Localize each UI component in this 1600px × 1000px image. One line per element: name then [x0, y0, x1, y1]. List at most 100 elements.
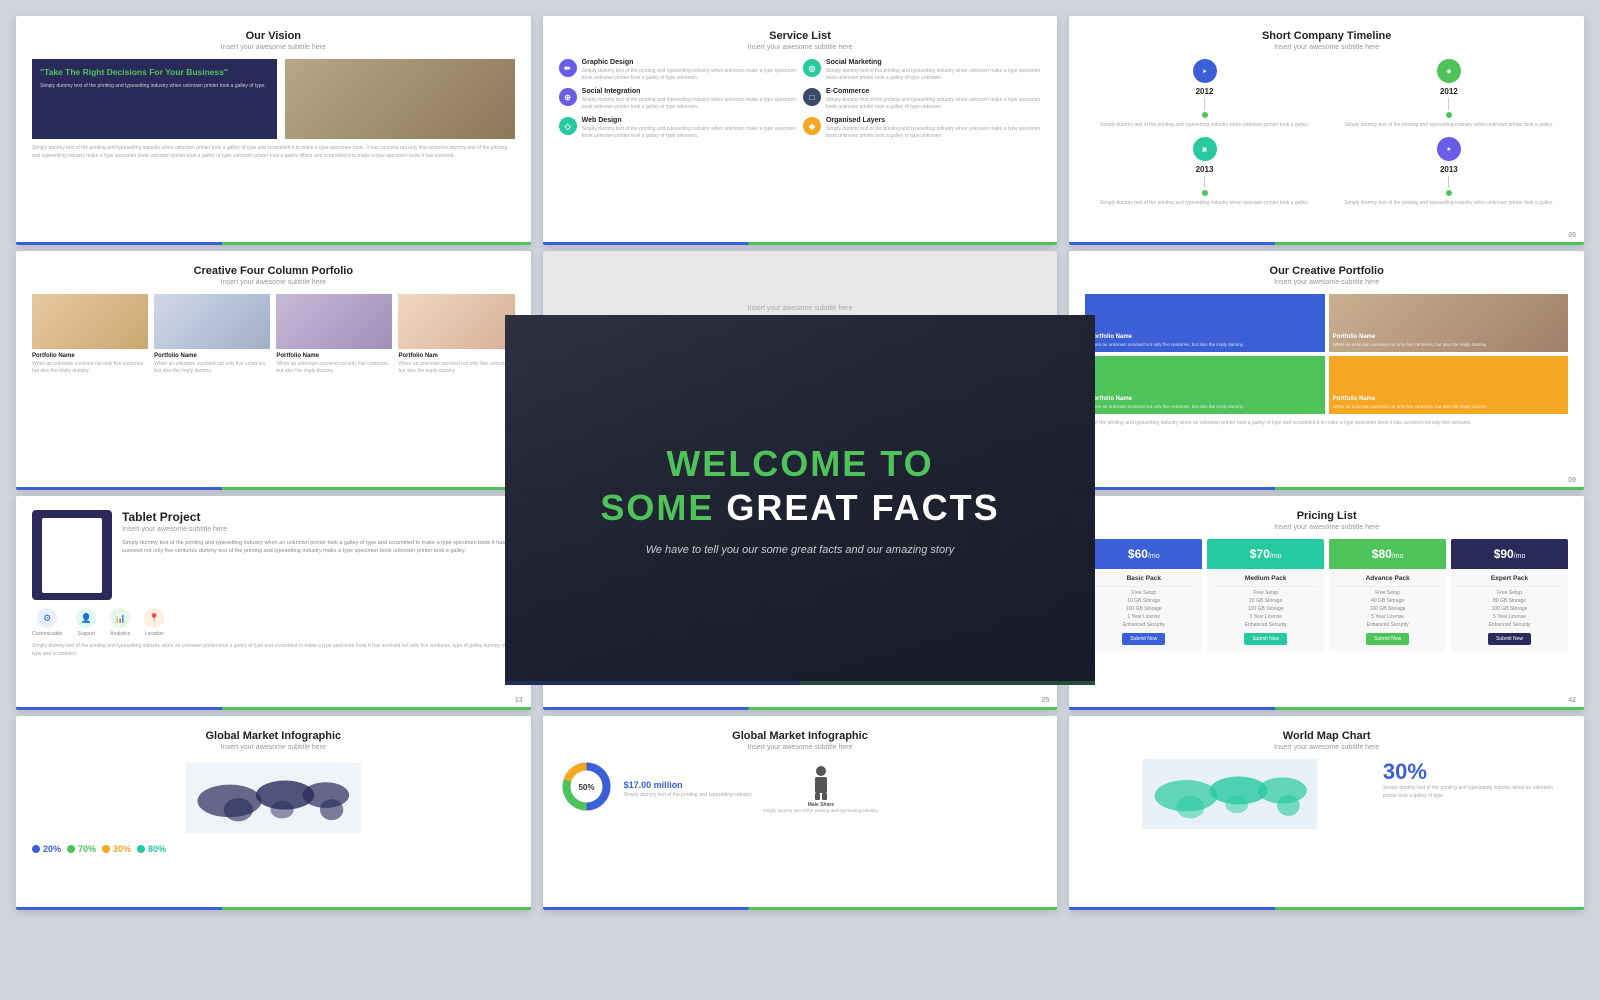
pricing-price-advance: $80/mo	[1334, 547, 1441, 561]
portfolio-name-2: Portfolio Name	[154, 353, 270, 359]
dot-30	[102, 845, 110, 853]
list-item: Portfolio Nam When an unknown survived n…	[398, 294, 514, 375]
val-70: 70%	[78, 844, 96, 854]
portfolio-name-1: Portfolio Name	[32, 353, 148, 359]
service-name: Graphic Design	[582, 59, 797, 66]
dot-70	[67, 845, 75, 853]
submit-expert-button[interactable]: Submit Now	[1488, 633, 1531, 645]
pct-80: 80%	[137, 844, 166, 854]
social-marketing-icon: ◎	[803, 59, 821, 77]
submit-medium-button[interactable]: Submit Now	[1244, 633, 1287, 645]
feature-basic-1: Free Setup	[1090, 590, 1197, 596]
pct-20: 20%	[32, 844, 61, 854]
service-desc: Simply dummy text of the printing and ty…	[826, 97, 1041, 111]
slide-timeline: Short Company Timeline Insert your aweso…	[1069, 16, 1584, 245]
percentages-row: 20% 70% 30% 80%	[32, 844, 515, 854]
slide-11-subtitle: Insert your awesome subtitle here	[1085, 744, 1568, 751]
organised-icon: ◈	[803, 117, 821, 135]
feature-advance-4: 5 Year License	[1334, 614, 1441, 620]
feature-medium-4: 3 Year License	[1212, 614, 1319, 620]
port-desc-4: When an unknown survived not only five c…	[1333, 404, 1488, 410]
slide-4-subtitle: Insert your awesome subtitle here	[32, 279, 515, 286]
slide-8-title: Pricing List	[1085, 510, 1568, 522]
service-desc: Simply dummy text of the printing and ty…	[582, 68, 797, 82]
feature-basic-4: 1 Year License	[1090, 614, 1197, 620]
pricing-header-medium: $70/mo	[1207, 539, 1324, 569]
portfolio-img-4	[398, 294, 514, 349]
male-desc: Simply dummy text of the printing and ty…	[763, 808, 879, 813]
overlay-content: WELCOME TO SOME GREAT FACTS We have to t…	[570, 414, 1029, 585]
feature-expert-5: Enhanced Security	[1456, 622, 1563, 628]
feature-medium-5: Enhanced Security	[1212, 622, 1319, 628]
timeline-desc-2: Simply dummy text of the printing and ty…	[1100, 200, 1309, 207]
pricing-advance: $80/mo Advance Pack Free Setup 40 GB Sto…	[1329, 539, 1446, 651]
pricing-header-advance: $80/mo	[1329, 539, 1446, 569]
world-map-svg-2	[1085, 759, 1375, 829]
tablet-title: Tablet Project	[122, 510, 515, 524]
pricing-grid: $60/mo Basic Pack Free Setup 10 GB Stora…	[1085, 539, 1568, 651]
submit-basic-button[interactable]: Submit Now	[1122, 633, 1165, 645]
list-item: ⊕ Social Integration Simply dummy text o…	[559, 88, 797, 111]
world-chart-text: 30% Simply dummy text of the printing an…	[1383, 759, 1568, 829]
val-80: 80%	[148, 844, 166, 854]
portfolio-card-img: Portfolio Name When an unknown survived …	[1329, 294, 1568, 352]
feature-advance-3: 100 GB Storage	[1334, 606, 1441, 612]
pricing-header-basic: $60/mo	[1085, 539, 1202, 569]
val-20: 20%	[43, 844, 61, 854]
pricing-basic: $60/mo Basic Pack Free Setup 10 GB Stora…	[1085, 539, 1202, 651]
feature-analytics: 📊 Analytics	[110, 608, 130, 637]
dot-80	[137, 845, 145, 853]
slide-3-number: 05	[1568, 232, 1576, 239]
timeline-icon-2: ▣	[1193, 137, 1217, 161]
portfolio-desc-4: When an unknown survived not only five c…	[398, 361, 514, 375]
overlay-line2: SOME GREAT FACTS	[600, 488, 999, 528]
service-desc: Simply dummy text of the printing and ty…	[582, 97, 797, 111]
slide-10-subtitle: Insert your awesome subtitle here	[559, 744, 1042, 751]
dot-20	[32, 845, 40, 853]
customizable-icon: ⚙	[37, 608, 57, 628]
port-desc-1: When an unknown survived not only five c…	[1089, 342, 1244, 348]
slide-6-number: 13	[515, 697, 523, 704]
list-item: □ E-Commerce Simply dummy text of the pr…	[803, 88, 1041, 111]
feature-expert-4: 5 Year License	[1456, 614, 1563, 620]
placeholder-text: Insert your awesome subtitle here	[559, 305, 1042, 312]
submit-advance-button[interactable]: Submit Now	[1366, 633, 1409, 645]
timeline-icon-3: ◉	[1437, 59, 1461, 83]
portfolio-card-blue: Portfolio Name When an unknown survived …	[1085, 294, 1324, 352]
service-name: Web Design	[582, 117, 797, 124]
ecommerce-icon: □	[803, 88, 821, 106]
pct-30: 30%	[102, 844, 131, 854]
creative-portfolio-grid: Portfolio Name When an unknown survived …	[1085, 294, 1568, 414]
service-name: Social Marketing	[826, 59, 1041, 66]
pricing-price-medium: $70/mo	[1212, 547, 1319, 561]
slide-service-list: Service List Insert your awesome subtitl…	[543, 16, 1058, 245]
features-row: ⚙ Customizable 👤 Support 📊 Analytics 📍 L…	[32, 608, 515, 637]
tablet-info: Tablet Project Insert your awesome subti…	[122, 510, 515, 600]
portfolio-card-orange: Portfolio Name When an unknown survived …	[1329, 356, 1568, 414]
slide-creative-portfolio: Our Creative Portfolio Insert your aweso…	[1069, 251, 1584, 490]
slide-10-title: Global Market Infographic	[559, 730, 1042, 742]
slide-global-1: Global Market Infographic Insert your aw…	[16, 716, 531, 910]
feature-basic-3: 100 GB Storage	[1090, 606, 1197, 612]
dollar-amount: $17.00 million	[624, 780, 753, 790]
timeline-year-1: 2012	[1196, 87, 1214, 96]
pack-name-advance: Advance Pack	[1334, 575, 1441, 582]
service-name: E-Commerce	[826, 88, 1041, 95]
slide-global-2: Global Market Infographic Insert your aw…	[543, 716, 1058, 910]
feature-basic-2: 10 GB Storage	[1090, 598, 1197, 604]
pricing-price-basic: $60/mo	[1090, 547, 1197, 561]
list-item: Portfolio Name When an unknown survived …	[32, 294, 148, 375]
port-name-4: Portfolio Name	[1333, 396, 1488, 402]
slide-our-vision: Our Vision Insert your awesome subtitle …	[16, 16, 531, 245]
male-figure: Male Share Simply dummy text of the prin…	[763, 765, 879, 813]
slide-5-title: Our Creative Portfolio	[1085, 265, 1568, 277]
overlay-line1: WELCOME TO	[600, 444, 999, 484]
some-text: SOME	[600, 487, 726, 528]
feature-support: 👤 Support	[76, 608, 96, 637]
pricing-expert: $90/mo Expert Pack Free Setup 80 GB Stor…	[1451, 539, 1568, 651]
timeline-icon-4: ★	[1437, 137, 1461, 161]
port-desc-2: When an unknown survived not only five c…	[1333, 342, 1488, 348]
feature-medium-3: 100 GB Storage	[1212, 606, 1319, 612]
creative-portfolio-bottom: out of the printing and typesetting indu…	[1085, 420, 1568, 428]
feature-expert-1: Free Setup	[1456, 590, 1563, 596]
